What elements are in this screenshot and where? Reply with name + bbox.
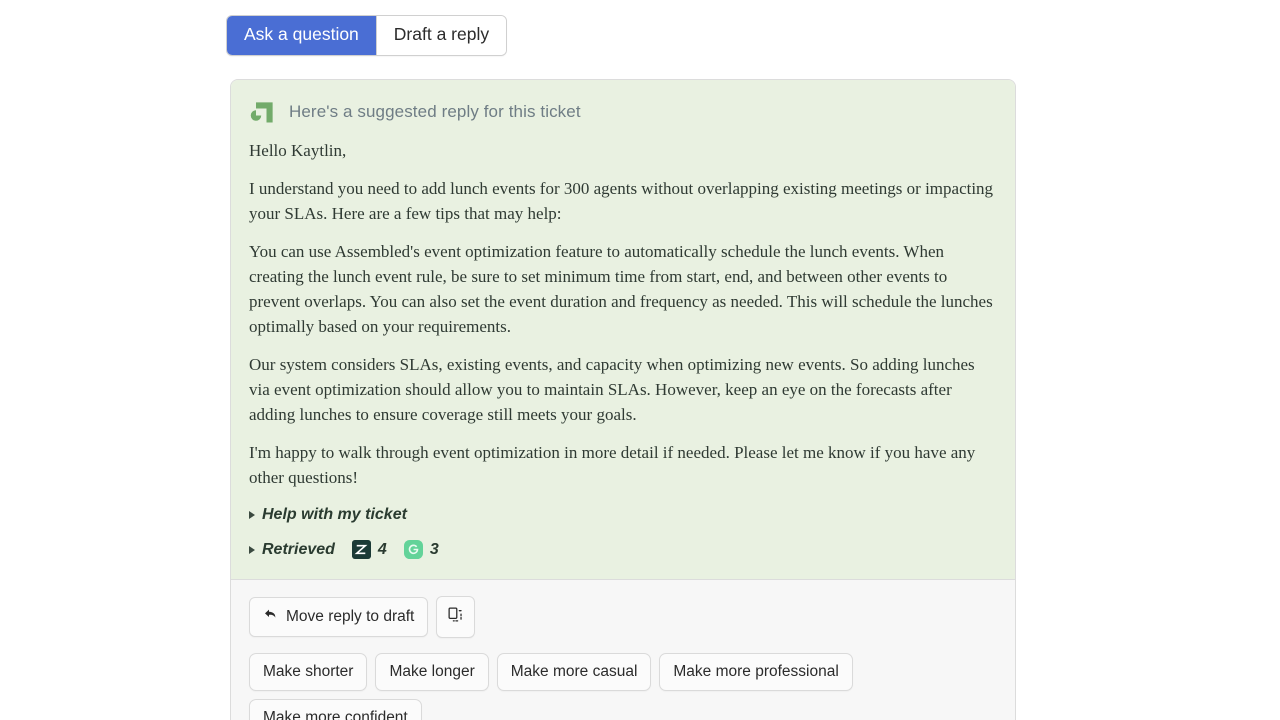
make-more-professional-button[interactable]: Make more professional [659, 653, 853, 691]
reply-arrow-icon [263, 607, 278, 627]
suggested-reply-title: Here's a suggested reply for this ticket [289, 102, 581, 121]
move-reply-to-draft-label: Move reply to draft [286, 608, 415, 625]
caret-right-icon [249, 511, 255, 519]
tab-ask-a-question[interactable]: Ask a question [227, 16, 376, 55]
footer-primary-actions: Move reply to draft [249, 596, 997, 638]
suggested-reply-text: Hello Kaytlin, I understand you need to … [249, 132, 997, 490]
mode-tab-group: Ask a question Draft a reply [226, 15, 508, 56]
reply-paragraph: I'm happy to walk through event optimiza… [249, 443, 976, 487]
disclosure-retrieved-label: Retrieved [262, 540, 335, 558]
make-more-casual-button[interactable]: Make more casual [496, 653, 652, 691]
suggested-reply-header: Here's a suggested reply for this ticket [249, 98, 997, 126]
reply-paragraph: I understand you need to add lunch event… [249, 179, 994, 223]
suggested-reply-card: Here's a suggested reply for this ticket… [230, 79, 1016, 720]
guru-icon [403, 540, 423, 559]
reply-paragraph: Our system considers SLAs, existing even… [249, 355, 975, 424]
zendesk-count: 4 [377, 540, 387, 558]
make-more-confident-button[interactable]: Make more confident [249, 699, 422, 720]
make-shorter-button[interactable]: Make shorter [249, 653, 368, 691]
disclosure-retrieved[interactable]: Retrieved 4 3 [249, 540, 997, 559]
reply-paragraph: Hello Kaytlin, [249, 141, 347, 160]
guru-count: 3 [429, 540, 439, 558]
disclosure-help-with-my-ticket[interactable]: Help with my ticket [249, 506, 997, 524]
assembled-logo-icon [249, 98, 277, 126]
zendesk-icon [351, 540, 371, 559]
copy-icon [447, 606, 464, 628]
suggested-reply-body: Here's a suggested reply for this ticket… [231, 80, 1015, 580]
disclosure-help-label: Help with my ticket [262, 506, 407, 523]
copy-reply-button[interactable] [436, 596, 476, 638]
source-zendesk[interactable]: 4 [351, 540, 387, 559]
reply-paragraph: You can use Assembled's event optimizati… [249, 242, 993, 336]
card-footer: Move reply to draft Make shorter Make lo… [231, 580, 1015, 720]
caret-right-icon [249, 545, 255, 554]
tab-draft-a-reply[interactable]: Draft a reply [376, 16, 507, 55]
make-longer-button[interactable]: Make longer [375, 653, 489, 691]
move-reply-to-draft-button[interactable]: Move reply to draft [249, 597, 429, 637]
tone-adjust-buttons: Make shorter Make longer Make more casua… [249, 653, 997, 720]
page-root: Ask a question Draft a reply Here's a su… [0, 0, 1280, 720]
source-guru[interactable]: 3 [403, 540, 439, 559]
